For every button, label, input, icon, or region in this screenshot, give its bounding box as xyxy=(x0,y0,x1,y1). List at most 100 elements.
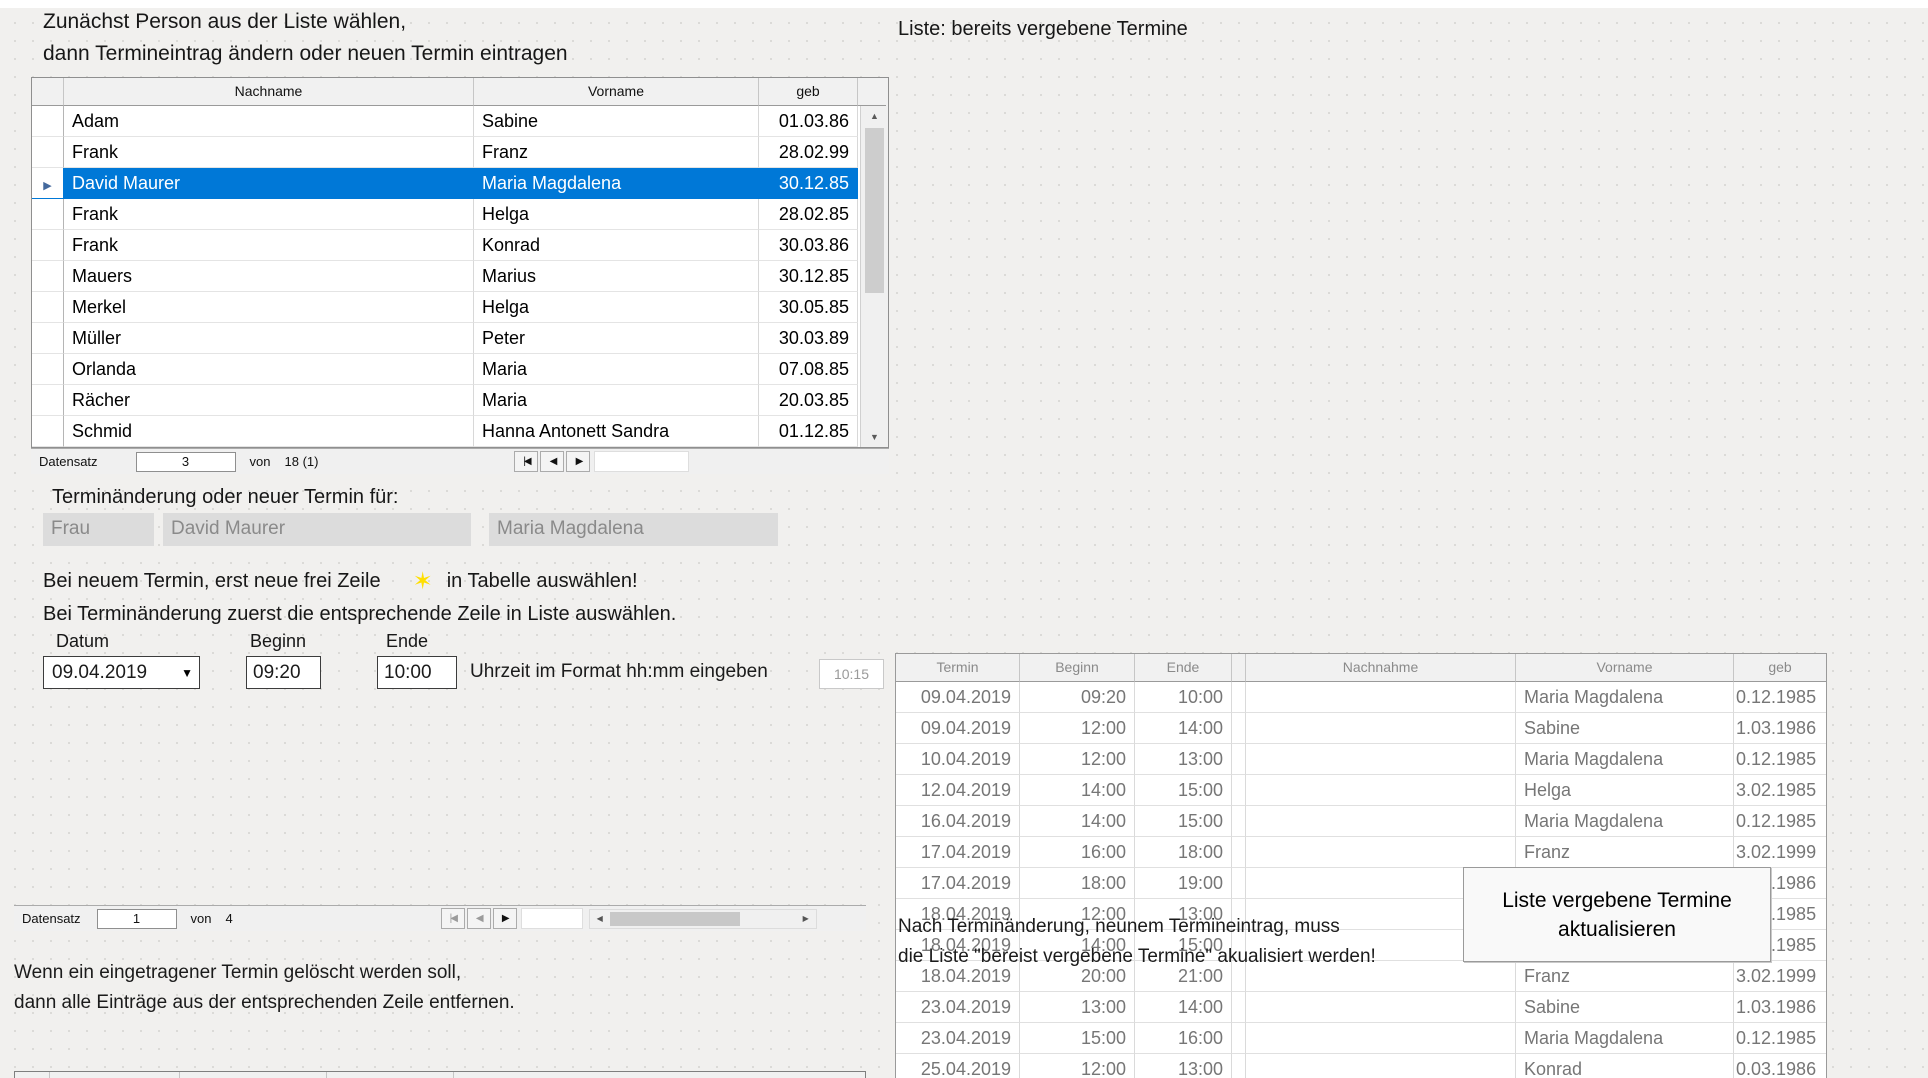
previous-record-button[interactable]: ◀ xyxy=(540,451,564,472)
row-selector[interactable] xyxy=(32,230,64,261)
cell-termin: 12.04.2019 xyxy=(896,775,1020,806)
table-row[interactable]: 16.04.201914:0015:00Maria Magdalena0.12.… xyxy=(896,806,1826,837)
cell-beginn: 12:00 xyxy=(1020,713,1135,744)
record-von-label: von xyxy=(191,911,212,926)
row-selector[interactable] xyxy=(32,292,64,323)
header-datum: Datum xyxy=(50,1072,180,1078)
header-ende: Ende xyxy=(1135,654,1232,682)
row-selector[interactable] xyxy=(32,137,64,168)
cell-nachname: Frank xyxy=(64,137,474,168)
table-row[interactable]: FrankKonrad30.03.86 xyxy=(32,230,858,261)
table-row[interactable]: 09.04.201912:0014:00Sabine1.03.1986 xyxy=(896,713,1826,744)
cell-spacer xyxy=(1232,744,1246,775)
next-record-button[interactable]: ▶ xyxy=(566,451,590,472)
cell-termin: 10.04.2019 xyxy=(896,744,1020,775)
lastname-field: David Maurer xyxy=(163,513,471,546)
row-selector[interactable] xyxy=(32,199,64,230)
instructions-line2: dann Termineintrag ändern oder neuen Ter… xyxy=(43,38,568,70)
table-row[interactable]: SchmidHanna Antonett Sandra01.12.85 xyxy=(32,416,858,447)
cell-vorname: Sabine xyxy=(1516,992,1734,1023)
table-row[interactable]: FrankHelga28.02.85 xyxy=(32,199,858,230)
horizontal-scrollbar[interactable]: ◀ ▶ xyxy=(589,909,817,929)
header-scroll-spacer xyxy=(858,78,886,106)
ende-input[interactable]: 10:00 xyxy=(377,656,457,689)
record-search-box[interactable] xyxy=(521,908,583,929)
record-number-box[interactable]: 1 xyxy=(97,909,177,929)
record-number-box[interactable]: 3 xyxy=(136,452,236,472)
table-row[interactable]: 09.04.201909:2010:00Maria Magdalena0.12.… xyxy=(896,682,1826,713)
table-row[interactable]: OrlandaMaria07.08.85 xyxy=(32,354,858,385)
update-list-button[interactable]: Liste vergebene Termine aktualisieren xyxy=(1463,867,1771,962)
header-beginn: Beginn xyxy=(1020,654,1135,682)
cell-geb: 01.03.86 xyxy=(759,106,858,137)
scrollbar-thumb[interactable] xyxy=(865,128,884,293)
table-row[interactable]: MauersMarius30.12.85 xyxy=(32,261,858,292)
scrollbar-thumb[interactable] xyxy=(610,912,740,926)
cell-ende: 14:00 xyxy=(1135,713,1232,744)
header-spacer xyxy=(1232,654,1246,682)
cell-vorname: Maria Magdalena xyxy=(1516,1023,1734,1054)
table-row[interactable]: 25.04.201912:0013:00Konrad0.03.1986 xyxy=(896,1054,1826,1078)
scroll-left-icon[interactable]: ◀ xyxy=(590,910,610,928)
row-selector[interactable] xyxy=(32,385,64,416)
table-row[interactable]: 17.04.201916:0018:00Franz3.02.1999 xyxy=(896,837,1826,868)
cell-nachnahme xyxy=(1246,806,1516,837)
instructions-line1: Zunächst Person aus der Liste wählen, xyxy=(43,6,568,38)
first-record-button[interactable]: |◀ xyxy=(514,451,538,472)
table-row[interactable]: 23.04.201913:0014:00Sabine1.03.1986 xyxy=(896,992,1826,1023)
appointments-table: Datum Beginn Ende Bemerkung ▶09.04.20190… xyxy=(14,1071,866,1078)
record-von-label: von xyxy=(250,454,271,469)
cell-beginn: 14:00 xyxy=(1020,775,1135,806)
header-termin: Termin xyxy=(896,654,1020,682)
row-selector[interactable] xyxy=(32,106,64,137)
table-row[interactable]: 23.04.201915:0016:00Maria Magdalena0.12.… xyxy=(896,1023,1826,1054)
table-row[interactable]: MerkelHelga30.05.85 xyxy=(32,292,858,323)
header-selector xyxy=(15,1072,50,1078)
cell-nachnahme xyxy=(1246,713,1516,744)
header-vorname: Vorname xyxy=(474,78,759,106)
cell-nachname: Merkel xyxy=(64,292,474,323)
scroll-up-icon[interactable]: ▲ xyxy=(861,106,888,126)
cell-termin: 23.04.2019 xyxy=(896,992,1020,1023)
table-row[interactable]: MüllerPeter30.03.89 xyxy=(32,323,858,354)
row-selector[interactable] xyxy=(32,323,64,354)
first-record-button[interactable]: |◀ xyxy=(441,908,465,929)
scroll-down-icon[interactable]: ▼ xyxy=(861,427,888,447)
cell-nachnahme xyxy=(1246,1023,1516,1054)
table-row[interactable]: FrankFranz28.02.99 xyxy=(32,137,858,168)
table-row[interactable]: 10.04.201912:0013:00Maria Magdalena0.12.… xyxy=(896,744,1826,775)
cell-vorname: Franz xyxy=(1516,837,1734,868)
table-row[interactable]: RächerMaria20.03.85 xyxy=(32,385,858,416)
record-search-box[interactable] xyxy=(594,451,689,472)
scroll-right-icon[interactable]: ▶ xyxy=(796,910,816,928)
datum-value: 09.04.2019 xyxy=(52,662,147,684)
cell-geb: 30.03.86 xyxy=(759,230,858,261)
cell-ende: 13:00 xyxy=(1135,1054,1232,1078)
star-icon: ✶ xyxy=(413,568,433,595)
row-selector[interactable] xyxy=(32,416,64,447)
datum-combobox[interactable]: 09.04.2019 ▼ xyxy=(43,656,200,689)
cell-termin: 16.04.2019 xyxy=(896,806,1020,837)
row-selector[interactable] xyxy=(32,261,64,292)
cell-nachname: Mauers xyxy=(64,261,474,292)
cell-nachname: David Maurer xyxy=(64,168,474,199)
row-selector[interactable]: ▶ xyxy=(32,168,64,199)
cell-beginn: 13:00 xyxy=(1020,992,1135,1023)
beginn-input[interactable]: 09:20 xyxy=(246,656,321,689)
cell-geb: 0.12.1985 xyxy=(1734,806,1826,837)
row-selector[interactable] xyxy=(32,354,64,385)
previous-record-button[interactable]: ◀ xyxy=(467,908,491,929)
cell-termin: 17.04.2019 xyxy=(896,837,1020,868)
cell-spacer xyxy=(1232,806,1246,837)
next-record-button[interactable]: ▶ xyxy=(493,908,517,929)
appointments-table-header: Datum Beginn Ende Bemerkung xyxy=(15,1072,865,1078)
cell-nachnahme xyxy=(1246,992,1516,1023)
cell-vorname: Sabine xyxy=(474,106,759,137)
persons-table-body: AdamSabine01.03.86FrankFranz28.02.99▶Dav… xyxy=(32,106,858,447)
salutation-field: Frau xyxy=(43,513,154,546)
table-row[interactable]: 12.04.201914:0015:00Helga3.02.1985 xyxy=(896,775,1826,806)
table-row[interactable]: AdamSabine01.03.86 xyxy=(32,106,858,137)
chevron-down-icon[interactable]: ▼ xyxy=(181,666,193,680)
persons-scrollbar[interactable]: ▲ ▼ xyxy=(860,106,888,447)
table-row[interactable]: ▶David MaurerMaria Magdalena30.12.85 xyxy=(32,168,858,199)
